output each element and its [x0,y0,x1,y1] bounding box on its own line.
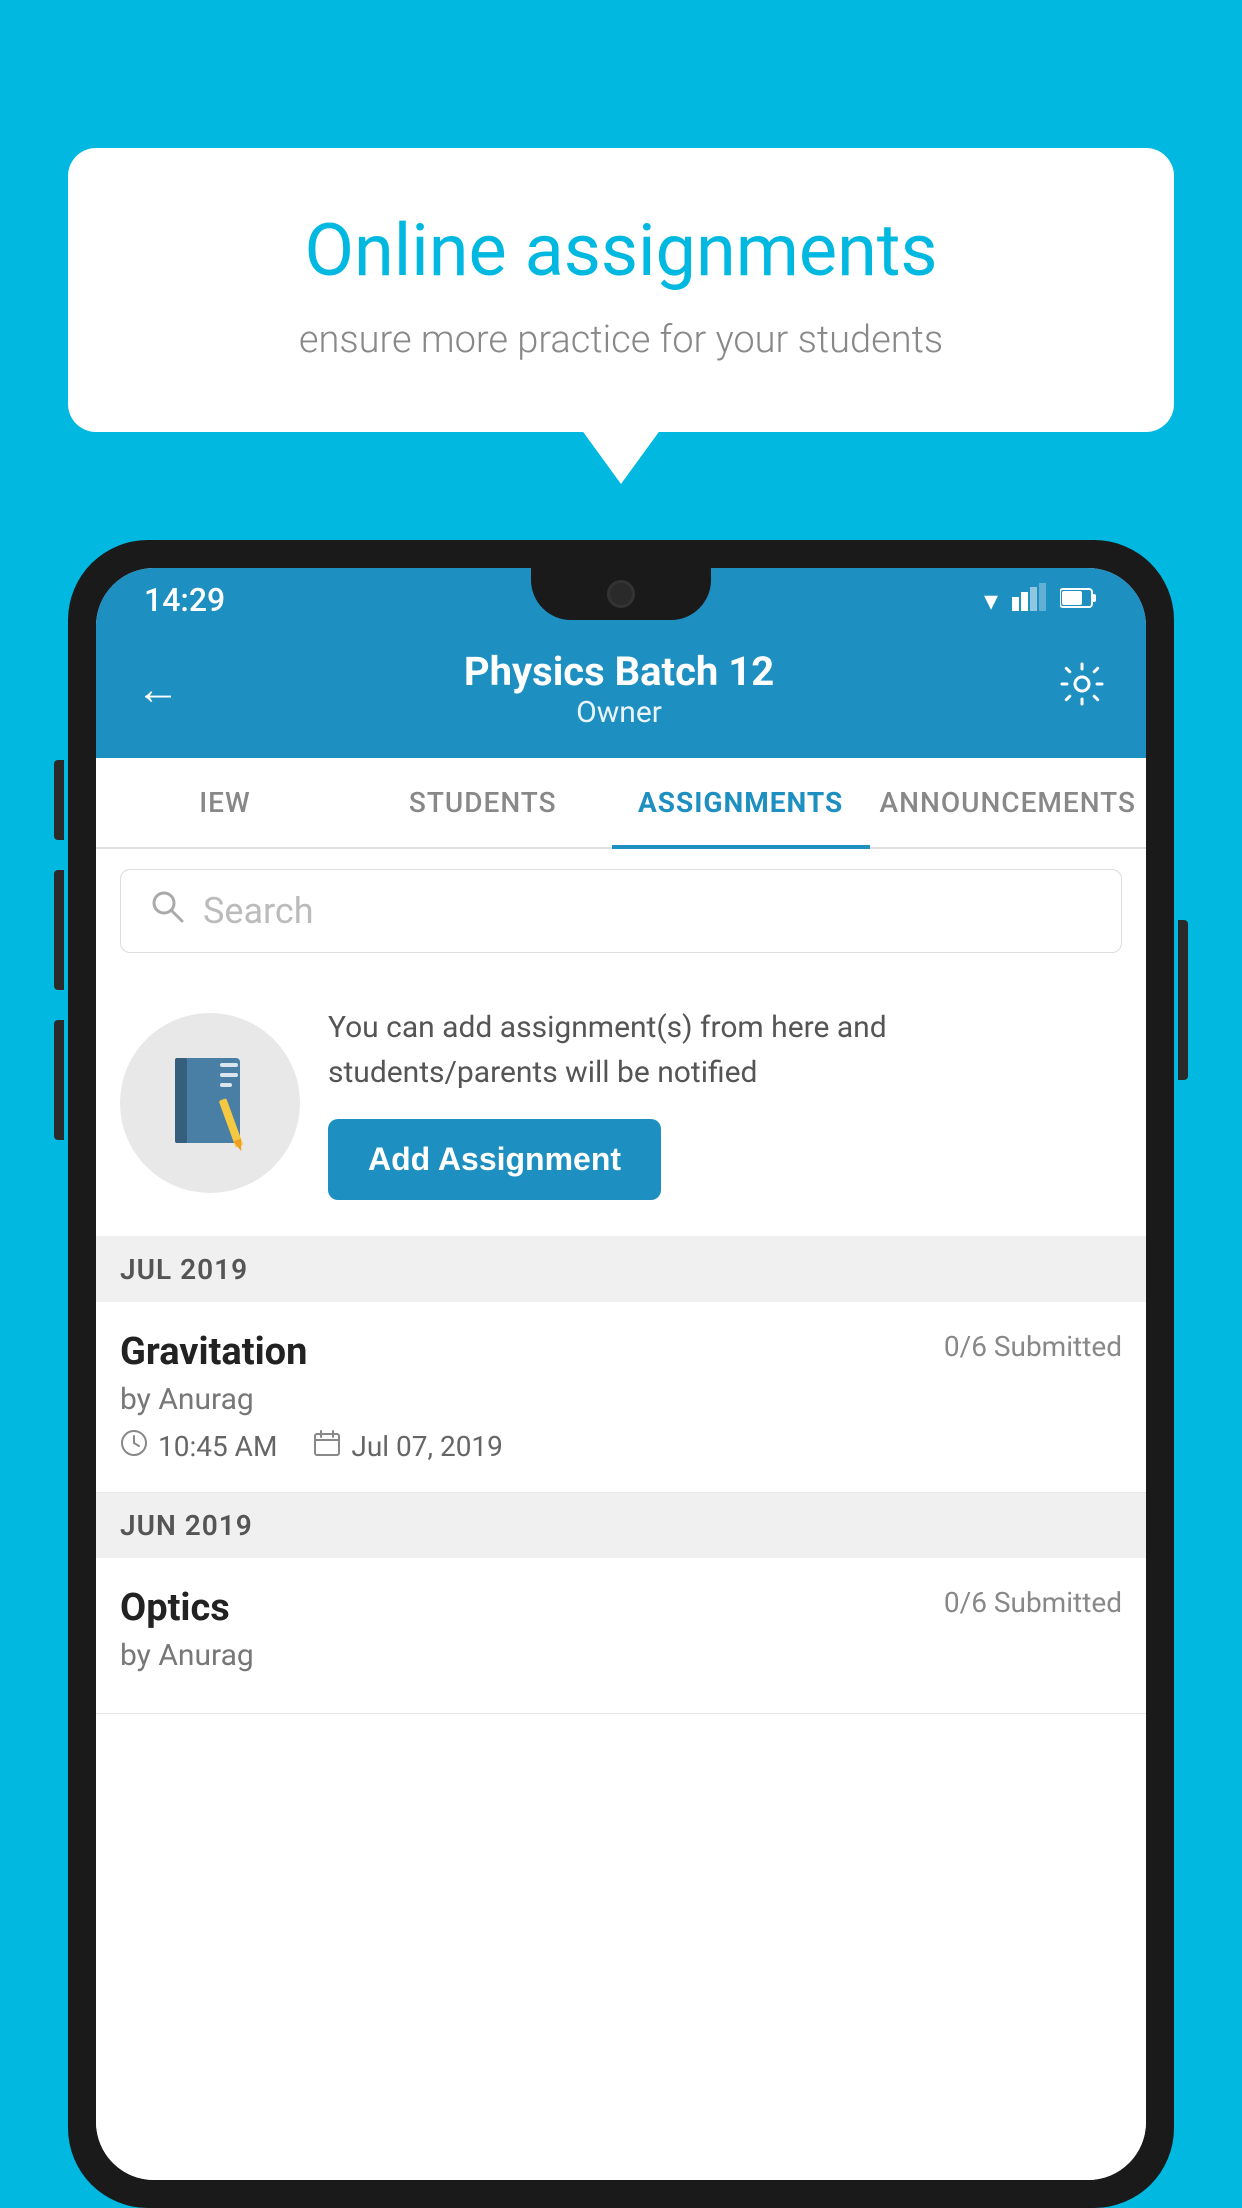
month-header-jun: JUN 2019 [96,1493,1146,1558]
content-area: Search [96,849,1146,2180]
assignment-by-optics: by Anurag [120,1638,1122,1673]
tab-students[interactable]: STUDENTS [354,758,612,847]
search-container: Search [96,849,1146,973]
assignment-top: Gravitation 0/6 Submitted [120,1330,1122,1374]
assignment-item-gravitation[interactable]: Gravitation 0/6 Submitted by Anurag [96,1302,1146,1493]
header-title: Physics Batch 12 [180,648,1058,695]
assignment-name-optics: Optics [120,1586,230,1630]
assignment-name-gravitation: Gravitation [120,1330,307,1374]
phone-side-btn-volume-up [54,760,64,840]
meta-time-gravitation: 10:45 AM [120,1429,277,1464]
signal-icon [1012,583,1046,618]
speech-bubble: Online assignments ensure more practice … [68,148,1174,432]
calendar-icon [313,1429,341,1464]
promo-text: You can add assignment(s) from here and … [328,1005,1122,1095]
phone-camera [607,580,635,608]
tab-iew[interactable]: IEW [96,758,354,847]
assignment-meta-gravitation: 10:45 AM Jul 07, 201 [120,1429,1122,1464]
assignment-submitted-optics: 0/6 Submitted [944,1586,1122,1619]
phone-container: 14:29 ▾ [68,540,1174,2208]
phone-outer: 14:29 ▾ [68,540,1174,2208]
wifi-icon: ▾ [984,584,998,617]
promo-section: You can add assignment(s) from here and … [96,973,1146,1237]
phone-side-btn-volume-down [54,870,64,990]
gravitation-time: 10:45 AM [158,1430,277,1463]
tab-assignments[interactable]: ASSIGNMENTS [612,758,870,847]
notebook-icon [165,1053,255,1153]
meta-date-gravitation: Jul 07, 2019 [313,1429,503,1464]
app-header: ← Physics Batch 12 Owner [96,632,1146,758]
search-placeholder: Search [203,890,314,932]
tab-announcements[interactable]: ANNOUNCEMENTS [870,758,1146,847]
assignment-item-optics[interactable]: Optics 0/6 Submitted by Anurag [96,1558,1146,1714]
phone-screen: 14:29 ▾ [96,568,1146,2180]
header-center: Physics Batch 12 Owner [180,648,1058,730]
search-icon [149,888,185,934]
phone-notch [531,568,711,620]
phone-side-btn-power [1178,920,1188,1080]
add-assignment-button[interactable]: Add Assignment [328,1119,661,1200]
promo-right: You can add assignment(s) from here and … [328,1005,1122,1200]
assignment-top-optics: Optics 0/6 Submitted [120,1586,1122,1630]
status-icons: ▾ [984,583,1098,618]
month-header-jul: JUL 2019 [96,1237,1146,1302]
clock-icon [120,1429,148,1464]
assignment-submitted-gravitation: 0/6 Submitted [944,1330,1122,1363]
speech-bubble-container: Online assignments ensure more practice … [68,148,1174,432]
promo-icon-circle [120,1013,300,1193]
speech-bubble-title: Online assignments [148,208,1094,294]
back-button[interactable]: ← [136,663,180,715]
battery-icon [1060,584,1098,617]
header-subtitle: Owner [180,695,1058,730]
search-bar[interactable]: Search [120,869,1122,953]
tabs-container: IEW STUDENTS ASSIGNMENTS ANNOUNCEMENTS [96,758,1146,849]
speech-bubble-subtitle: ensure more practice for your students [148,318,1094,362]
assignment-by-gravitation: by Anurag [120,1382,1122,1417]
gravitation-date: Jul 07, 2019 [351,1430,503,1463]
phone-side-btn-extra [54,1020,64,1140]
status-time: 14:29 [144,581,225,619]
settings-button[interactable] [1058,660,1106,719]
